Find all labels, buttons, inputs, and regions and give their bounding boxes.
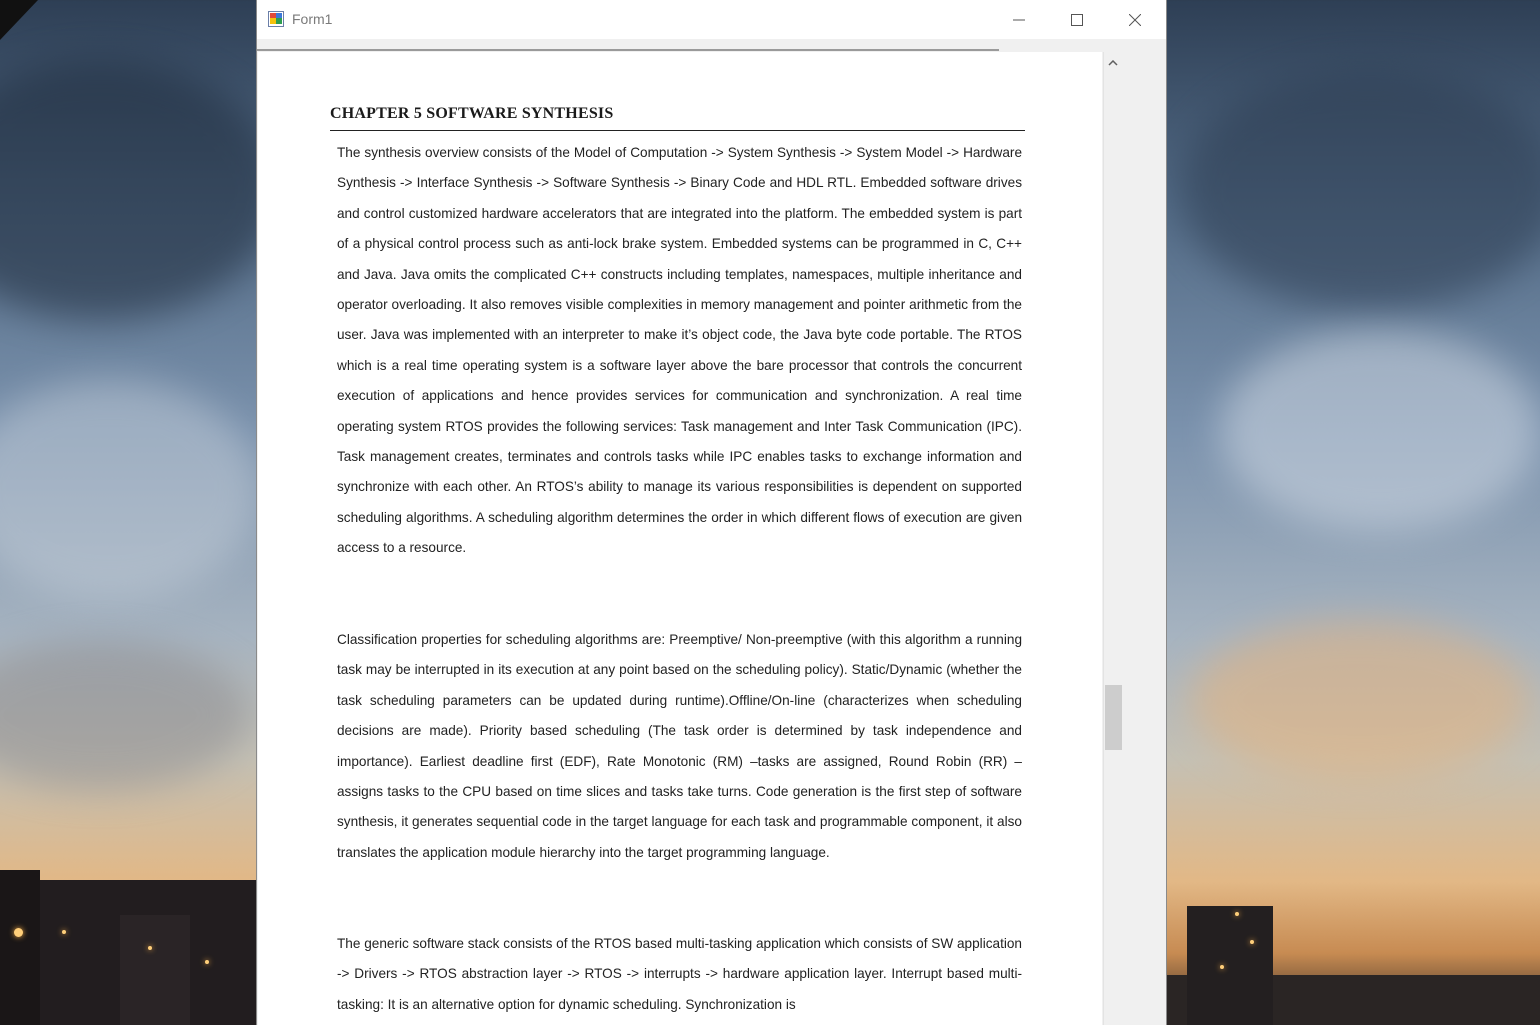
form-client-area: CHAPTER 5 SOFTWARE SYNTHESIS The synthes… xyxy=(257,39,1166,1025)
close-button[interactable] xyxy=(1106,0,1164,39)
document-viewer[interactable]: CHAPTER 5 SOFTWARE SYNTHESIS The synthes… xyxy=(258,52,1102,1025)
maximize-icon xyxy=(1071,13,1083,26)
vertical-scrollbar[interactable] xyxy=(1103,52,1122,1025)
minimize-button[interactable] xyxy=(990,0,1048,39)
chevron-up-icon xyxy=(1107,51,1118,70)
document-top-border xyxy=(257,49,999,51)
minimize-icon xyxy=(1013,14,1025,26)
close-icon xyxy=(1129,13,1141,26)
paragraph-1: The synthesis overview consists of the M… xyxy=(337,145,1022,556)
title-bar[interactable]: Form1 xyxy=(257,0,1166,39)
chapter-heading: CHAPTER 5 SOFTWARE SYNTHESIS xyxy=(330,105,1025,131)
form-app-icon xyxy=(268,11,284,27)
paragraph-3: The generic software stack consists of t… xyxy=(337,936,1022,1012)
app-window: Form1 CHAPTER 5 SOFTWARE SYNTHESIS The s… xyxy=(257,0,1166,1025)
scroll-up-button[interactable] xyxy=(1104,52,1121,69)
scrollbar-thumb[interactable] xyxy=(1105,685,1122,750)
maximize-button[interactable] xyxy=(1048,0,1106,39)
paragraph-2: Classification properties for scheduling… xyxy=(337,632,1022,860)
window-title: Form1 xyxy=(292,11,333,27)
